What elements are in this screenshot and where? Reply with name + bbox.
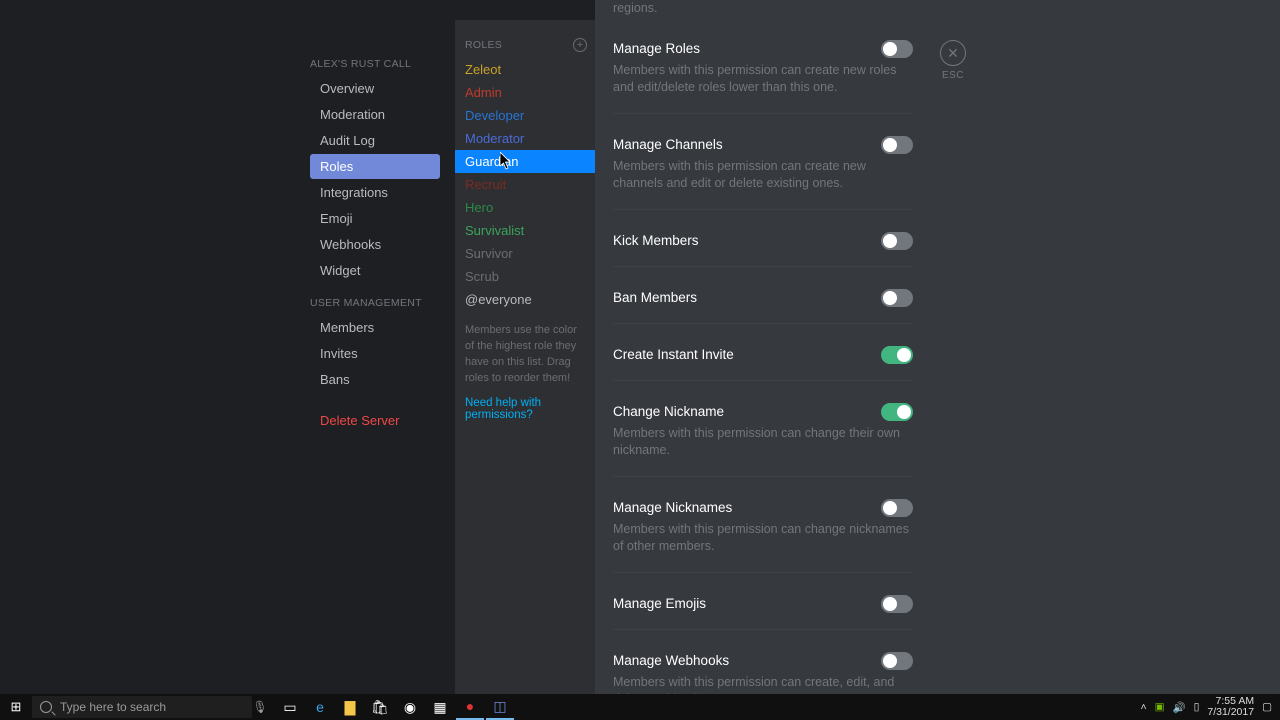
truncated-region-note: regions.	[613, 0, 913, 18]
permission-title: Manage Emojis	[613, 596, 706, 611]
permissions-help-link[interactable]: Need help with permissions?	[455, 387, 595, 421]
permission-manage-webhooks: Manage Webhooks Members with this permiss…	[613, 652, 913, 695]
role-item-guardian[interactable]: Guardian	[455, 150, 595, 173]
user-management-header: USER MANAGEMENT	[310, 297, 440, 309]
permission-title: Create Instant Invite	[613, 347, 734, 362]
sidebar-item-integrations[interactable]: Integrations	[310, 180, 440, 205]
permission-toggle[interactable]	[881, 499, 913, 517]
recorder-icon[interactable]: ●	[456, 694, 484, 720]
taskbar-search[interactable]: Type here to search	[32, 696, 252, 718]
file-explorer-icon[interactable]: ▇	[336, 694, 364, 720]
sidebar-item-widget[interactable]: Widget	[310, 258, 440, 283]
delete-server-button[interactable]: Delete Server	[310, 408, 440, 433]
tray-network-icon[interactable]: ▯	[1194, 701, 1200, 713]
windows-taskbar: ⊞ Type here to search 🎙 ▭ e ▇ 🛍 ◉ ▦ ● ◫ …	[0, 694, 1280, 720]
roles-note: Members use the color of the highest rol…	[455, 311, 595, 387]
sidebar-item-webhooks[interactable]: Webhooks	[310, 232, 440, 257]
settings-sidebar: ALEX'S RUST CALL OverviewModerationAudit…	[0, 20, 445, 694]
cortana-mic-icon[interactable]: 🎙	[250, 700, 270, 714]
role-item-admin[interactable]: Admin	[455, 81, 595, 104]
task-view-icon[interactable]: ▭	[276, 694, 304, 720]
permission-title: Manage Roles	[613, 41, 700, 56]
sidebar-item-roles[interactable]: Roles	[310, 154, 440, 179]
role-item-scrub[interactable]: Scrub	[455, 265, 595, 288]
permission-ban-members: Ban Members	[613, 289, 913, 324]
role-item-everyone[interactable]: @everyone	[455, 288, 595, 311]
edge-icon[interactable]: e	[306, 694, 334, 720]
permission-kick-members: Kick Members	[613, 232, 913, 267]
add-role-button[interactable]: +	[573, 38, 587, 52]
sidebar-item-audit-log[interactable]: Audit Log	[310, 128, 440, 153]
permission-desc: Members with this permission can create,…	[613, 674, 913, 695]
app-icon-1[interactable]: ▦	[426, 694, 454, 720]
permission-manage-roles: Manage Roles Members with this permission…	[613, 40, 913, 114]
role-item-survivalist[interactable]: Survivalist	[455, 219, 595, 242]
permission-title: Manage Nicknames	[613, 500, 732, 515]
roles-list-column: ROLES + ZeleotAdminDeveloperModeratorGua…	[455, 20, 595, 694]
tray-nvidia-icon[interactable]: ▣	[1155, 701, 1165, 713]
permission-title: Change Nickname	[613, 404, 724, 419]
start-button[interactable]: ⊞	[0, 699, 32, 715]
permission-manage-channels: Manage Channels Members with this permiss…	[613, 136, 913, 210]
search-placeholder: Type here to search	[60, 700, 166, 714]
role-item-survivor[interactable]: Survivor	[455, 242, 595, 265]
permission-toggle[interactable]	[881, 346, 913, 364]
store-icon[interactable]: 🛍	[366, 694, 394, 720]
tray-volume-icon[interactable]: 🔊	[1173, 701, 1186, 714]
permission-toggle[interactable]	[881, 40, 913, 58]
permission-toggle[interactable]	[881, 652, 913, 670]
permission-toggle[interactable]	[881, 289, 913, 307]
search-icon	[40, 701, 52, 713]
role-item-moderator[interactable]: Moderator	[455, 127, 595, 150]
permission-title: Manage Channels	[613, 137, 723, 152]
system-tray: ˄ ▣ 🔊 ▯ 7:55 AM 7/31/2017 ▢	[1140, 696, 1280, 718]
permission-title: Ban Members	[613, 290, 697, 305]
role-item-hero[interactable]: Hero	[455, 196, 595, 219]
taskbar-clock[interactable]: 7:55 AM 7/31/2017	[1207, 696, 1254, 718]
permission-desc: Members with this permission can create …	[613, 158, 913, 193]
close-icon: ✕	[947, 45, 959, 62]
permission-desc: Members with this permission can create …	[613, 62, 913, 97]
permission-toggle[interactable]	[881, 595, 913, 613]
sidebar-item-emoji[interactable]: Emoji	[310, 206, 440, 231]
sidebar-item-members[interactable]: Members	[310, 315, 440, 340]
permission-toggle[interactable]	[881, 136, 913, 154]
sidebar-item-bans[interactable]: Bans	[310, 367, 440, 392]
roles-header: ROLES	[465, 39, 502, 51]
permission-desc: Members with this permission can change …	[613, 521, 913, 556]
sidebar-item-overview[interactable]: Overview	[310, 76, 440, 101]
role-item-recruit[interactable]: Recruit	[455, 173, 595, 196]
permission-toggle[interactable]	[881, 232, 913, 250]
permission-title: Kick Members	[613, 233, 699, 248]
sidebar-item-moderation[interactable]: Moderation	[310, 102, 440, 127]
action-center-icon[interactable]: ▢	[1262, 701, 1272, 713]
permissions-panel: regions. Manage Roles Members with this p…	[595, 0, 1280, 694]
permission-change-nickname: Change Nickname Members with this permiss…	[613, 403, 913, 477]
tray-chevron-icon[interactable]: ˄	[1140, 701, 1146, 713]
task-icons: ▭ e ▇ 🛍 ◉ ▦ ● ◫	[276, 694, 514, 720]
chrome-icon[interactable]: ◉	[396, 694, 424, 720]
role-item-zeleot[interactable]: Zeleot	[455, 58, 595, 81]
discord-app: — ▢ ✕ ALEX'S RUST CALL OverviewModeratio…	[0, 0, 1280, 694]
permission-manage-nicknames: Manage Nicknames Members with this permis…	[613, 499, 913, 573]
permission-manage-emojis: Manage Emojis	[613, 595, 913, 630]
sidebar-item-invites[interactable]: Invites	[310, 341, 440, 366]
close-settings-button[interactable]: ✕ ESC	[940, 40, 966, 81]
mouse-cursor	[500, 152, 512, 170]
server-name-header: ALEX'S RUST CALL	[310, 58, 440, 70]
permission-desc: Members with this permission can change …	[613, 425, 913, 460]
discord-taskbar-icon[interactable]: ◫	[486, 694, 514, 720]
role-item-developer[interactable]: Developer	[455, 104, 595, 127]
permission-title: Manage Webhooks	[613, 653, 729, 668]
permission-create-instant-invite: Create Instant Invite	[613, 346, 913, 381]
permission-toggle[interactable]	[881, 403, 913, 421]
esc-label: ESC	[940, 70, 966, 81]
